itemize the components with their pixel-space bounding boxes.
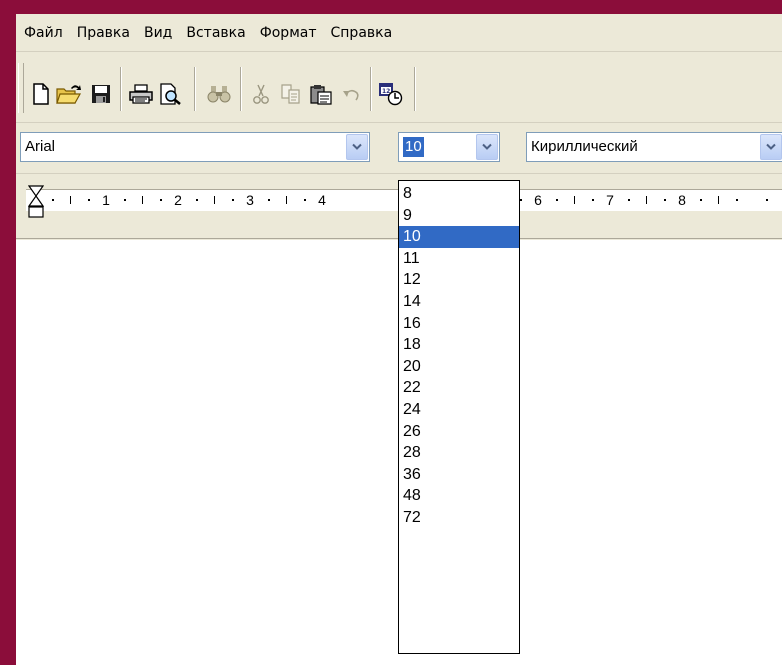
scissors-icon: [253, 84, 269, 104]
ruler-number: 7: [606, 192, 614, 208]
toolbar-separator: [120, 67, 121, 111]
new-document-icon: [33, 83, 49, 105]
cut-button[interactable]: [248, 81, 274, 107]
font-size-option[interactable]: 72: [399, 507, 519, 529]
new-document-button[interactable]: [28, 81, 54, 107]
chevron-down-icon: [352, 143, 362, 150]
menu-view[interactable]: Вид: [137, 23, 179, 43]
menu-bar: Файл Правка Вид Вставка Формат Справка: [16, 14, 782, 52]
font-size-dropdown-list: 8 9 10 11 12 14 16 18 20 22 24 26 28 36 …: [398, 180, 520, 654]
toolbar-separator: [370, 67, 371, 111]
font-size-option-selected[interactable]: 10: [399, 226, 519, 248]
menu-file[interactable]: Файл: [22, 23, 70, 43]
ruler-number: 2: [174, 192, 182, 208]
open-folder-icon: [56, 85, 82, 104]
script-dropdown-button[interactable]: [760, 134, 782, 160]
copy-icon: [281, 84, 300, 104]
chevron-down-icon: [482, 143, 492, 150]
font-size-option[interactable]: 48: [399, 485, 519, 507]
printer-icon: [129, 84, 153, 104]
menu-insert[interactable]: Вставка: [179, 23, 252, 43]
paste-clipboard-icon: [310, 85, 332, 105]
undo-button[interactable]: [338, 81, 364, 107]
font-size-option[interactable]: 24: [399, 399, 519, 421]
print-preview-icon: [160, 83, 181, 105]
font-name-dropdown-button[interactable]: [346, 134, 368, 160]
indent-marker-icon[interactable]: [28, 185, 44, 225]
print-preview-button[interactable]: [158, 81, 184, 107]
font-name-value: Arial: [25, 138, 56, 155]
script-combo[interactable]: Кириллический: [526, 132, 782, 162]
format-toolbar: Arial 10 Кириллический: [16, 124, 782, 174]
toolbar-grip[interactable]: [18, 63, 24, 113]
font-size-option[interactable]: 22: [399, 377, 519, 399]
font-size-option[interactable]: 12: [399, 269, 519, 291]
print-button[interactable]: [128, 81, 154, 107]
paste-button[interactable]: [308, 81, 334, 107]
undo-arrow-icon: [343, 89, 359, 101]
date-time-button[interactable]: 12: [378, 81, 404, 107]
toolbar-separator: [240, 67, 241, 111]
font-size-option[interactable]: 20: [399, 356, 519, 378]
font-size-option[interactable]: 36: [399, 464, 519, 486]
save-disk-icon: [92, 85, 110, 103]
font-size-option[interactable]: 9: [399, 205, 519, 227]
font-size-option[interactable]: 26: [399, 421, 519, 443]
chevron-down-icon: [766, 143, 776, 150]
find-button[interactable]: [206, 81, 232, 107]
ruler-number: 6: [534, 192, 542, 208]
open-button[interactable]: [56, 81, 82, 107]
font-size-option[interactable]: 8: [399, 183, 519, 205]
standard-toolbar: 12: [16, 53, 782, 123]
ruler-number: 3: [246, 192, 254, 208]
ruler-number: 1: [102, 192, 110, 208]
font-size-option[interactable]: 28: [399, 442, 519, 464]
script-value: Кириллический: [531, 138, 638, 155]
copy-button[interactable]: [278, 81, 304, 107]
font-size-value: 10: [403, 137, 424, 157]
menu-help[interactable]: Справка: [324, 23, 400, 43]
font-size-combo[interactable]: 10: [398, 132, 500, 162]
ruler-number: 4: [318, 192, 326, 208]
font-name-combo[interactable]: Arial: [20, 132, 370, 162]
ruler-number: 8: [678, 192, 686, 208]
font-size-option[interactable]: 18: [399, 334, 519, 356]
date-time-icon: 12: [379, 83, 403, 106]
font-size-option[interactable]: 11: [399, 248, 519, 270]
binoculars-icon: [207, 86, 231, 103]
toolbar-separator: [194, 67, 195, 111]
font-size-option[interactable]: 14: [399, 291, 519, 313]
wordpad-window: Файл Правка Вид Вставка Формат Справка 1…: [16, 14, 782, 665]
font-size-dropdown-button[interactable]: [476, 134, 498, 160]
toolbar-separator: [414, 67, 415, 111]
menu-format[interactable]: Формат: [253, 23, 324, 43]
font-size-option[interactable]: 16: [399, 313, 519, 335]
menu-edit[interactable]: Правка: [70, 23, 137, 43]
save-button[interactable]: [88, 81, 114, 107]
